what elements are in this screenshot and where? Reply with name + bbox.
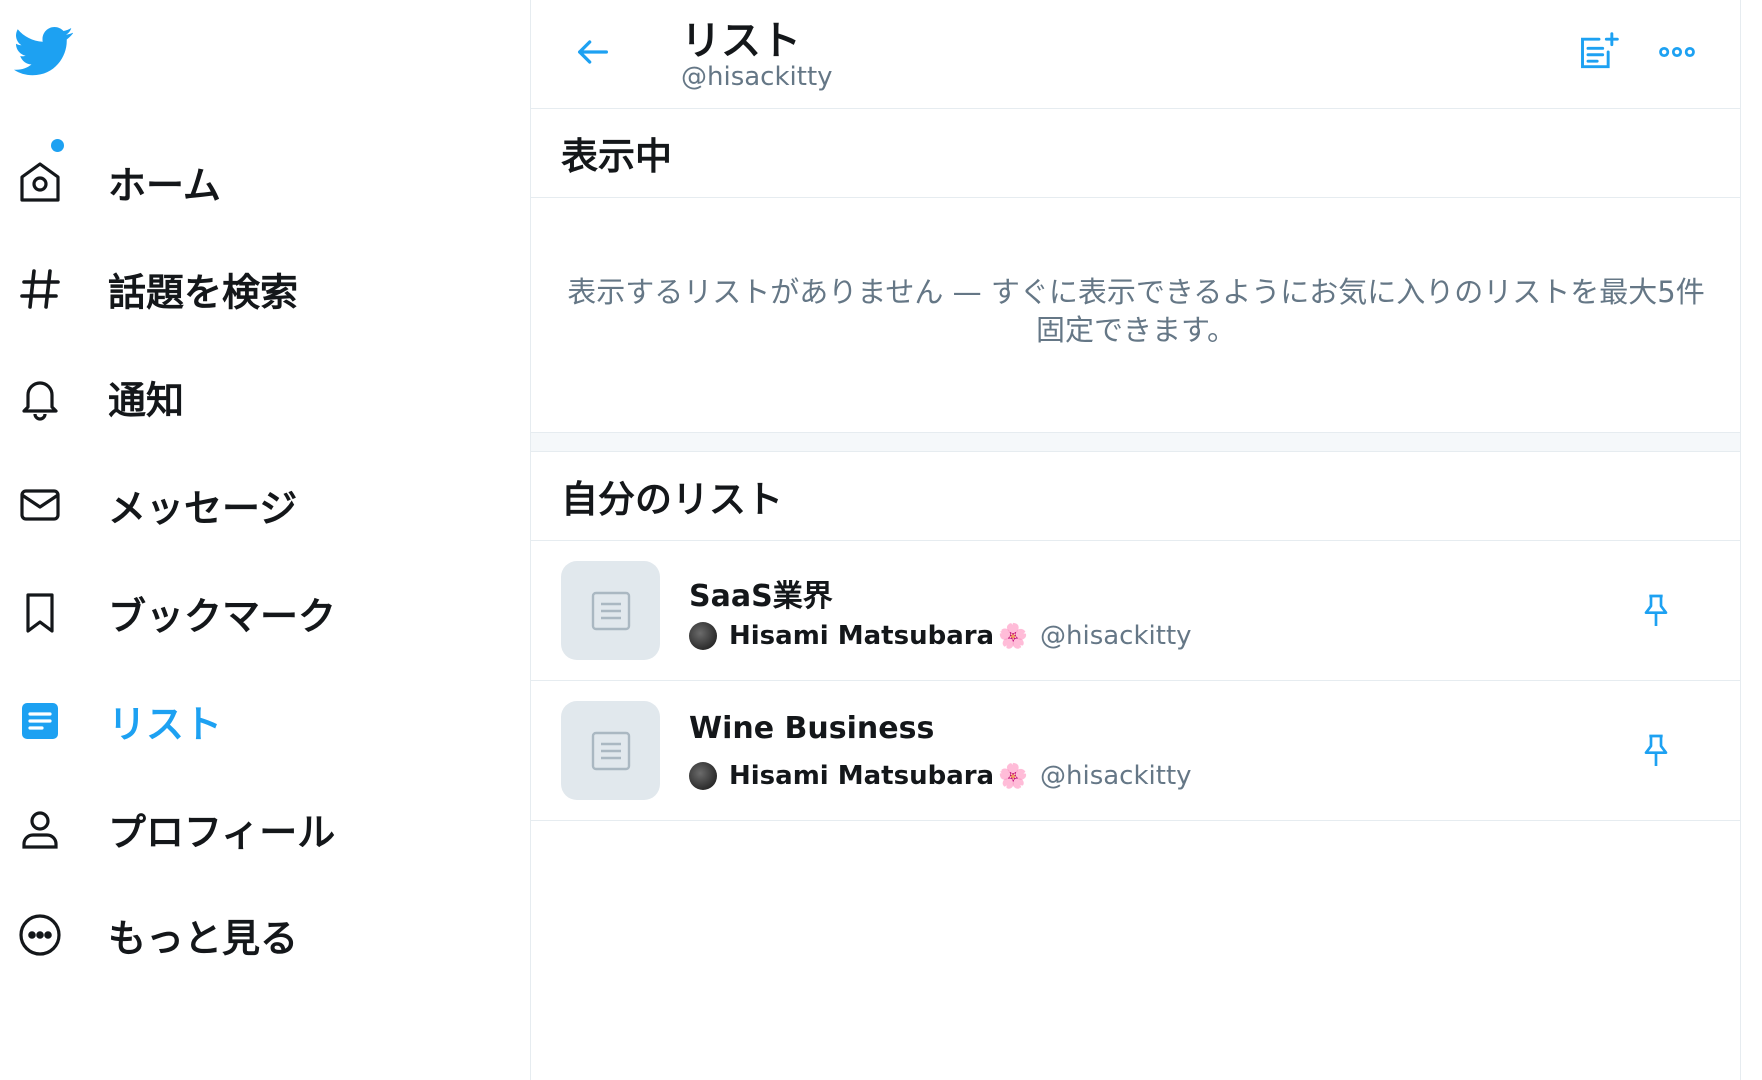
sidebar: ホーム 話題を検索 通知 メッセージ ブックマーク リスト プロフィール もっと… <box>0 0 531 1080</box>
list-name: Wine Business <box>689 711 935 746</box>
owner-handle: @hisackitty <box>1040 621 1192 651</box>
bookmark-icon <box>14 587 66 639</box>
pin-button[interactable] <box>1631 586 1681 636</box>
create-list-button[interactable] <box>1571 24 1627 80</box>
bell-icon <box>14 371 66 423</box>
list-item[interactable]: SaaS業界 Hisami Matsubara 🌸 @hisackitty <box>531 541 1740 681</box>
list-owner: Hisami Matsubara 🌸 @hisackitty <box>689 619 1192 653</box>
nav-profile-label: プロフィール <box>108 810 336 855</box>
pin-icon <box>1644 734 1668 766</box>
back-button[interactable] <box>569 28 617 76</box>
nav-notifications[interactable]: 通知 <box>0 357 500 437</box>
list-thumbnail <box>561 561 660 660</box>
list-owner: Hisami Matsubara 🌸 @hisackitty <box>689 759 1192 793</box>
avatar <box>689 622 717 650</box>
nav-bookmarks-label: ブックマーク <box>108 594 337 639</box>
nav-bookmarks[interactable]: ブックマーク <box>0 573 500 653</box>
page-header: リスト @hisackitty <box>531 0 1740 109</box>
list-name: SaaS業界 <box>689 579 833 614</box>
pin-icon <box>1644 594 1668 626</box>
nav-home[interactable]: ホーム <box>0 142 500 222</box>
nav-more[interactable]: もっと見る <box>0 895 500 975</box>
home-icon <box>14 156 66 208</box>
nav-messages[interactable]: メッセージ <box>0 465 500 545</box>
list-placeholder-icon <box>591 591 630 630</box>
pinned-section-header: 表示中 <box>531 108 1740 198</box>
pin-button[interactable] <box>1631 726 1681 776</box>
page-title: リスト <box>681 18 801 64</box>
my-lists-section-title: 自分のリスト <box>561 477 783 521</box>
owner-name: Hisami Matsubara <box>729 761 995 791</box>
owner-handle: @hisackitty <box>1040 761 1192 791</box>
avatar <box>689 762 717 790</box>
pinned-section-title: 表示中 <box>561 134 672 178</box>
nav-more-label: もっと見る <box>108 916 299 961</box>
more-circle-icon <box>14 909 66 961</box>
nav-explore-label: 話題を検索 <box>108 270 299 315</box>
nav-lists[interactable]: リスト <box>0 681 500 761</box>
my-lists-section-header: 自分のリスト <box>531 451 1740 541</box>
person-icon <box>14 803 66 855</box>
page-subtitle: @hisackitty <box>681 62 833 92</box>
list-item[interactable]: Wine Business Hisami Matsubara 🌸 @hisack… <box>531 681 1740 821</box>
nav-profile[interactable]: プロフィール <box>0 789 500 869</box>
hashtag-icon <box>14 263 66 315</box>
pinned-empty-message: 表示するリストがありません — すぐに表示できるようにお気に入りのリストを最大5… <box>567 275 1705 347</box>
nav-explore[interactable]: 話題を検索 <box>0 249 500 329</box>
new-list-icon <box>1581 32 1619 69</box>
envelope-icon <box>14 479 66 531</box>
nav-lists-label: リスト <box>108 702 223 747</box>
twitter-bird-icon[interactable] <box>14 26 74 78</box>
nav-messages-label: メッセージ <box>108 486 298 531</box>
cherry-blossom-emoji: 🌸 <box>998 762 1028 790</box>
cherry-blossom-emoji: 🌸 <box>998 622 1028 650</box>
more-options-button[interactable] <box>1649 24 1705 80</box>
ellipsis-icon <box>1659 46 1695 58</box>
list-thumbnail <box>561 701 660 800</box>
list-icon <box>14 695 66 747</box>
section-divider <box>531 432 1740 452</box>
nav-home-label: ホーム <box>108 163 221 208</box>
owner-name: Hisami Matsubara <box>729 621 995 651</box>
list-placeholder-icon <box>591 731 630 770</box>
nav-notifications-label: 通知 <box>108 378 185 423</box>
main-column: リスト @hisackitty 表示中 表示するリストがありません — すぐに表… <box>531 0 1741 1080</box>
arrow-left-icon <box>578 40 608 64</box>
